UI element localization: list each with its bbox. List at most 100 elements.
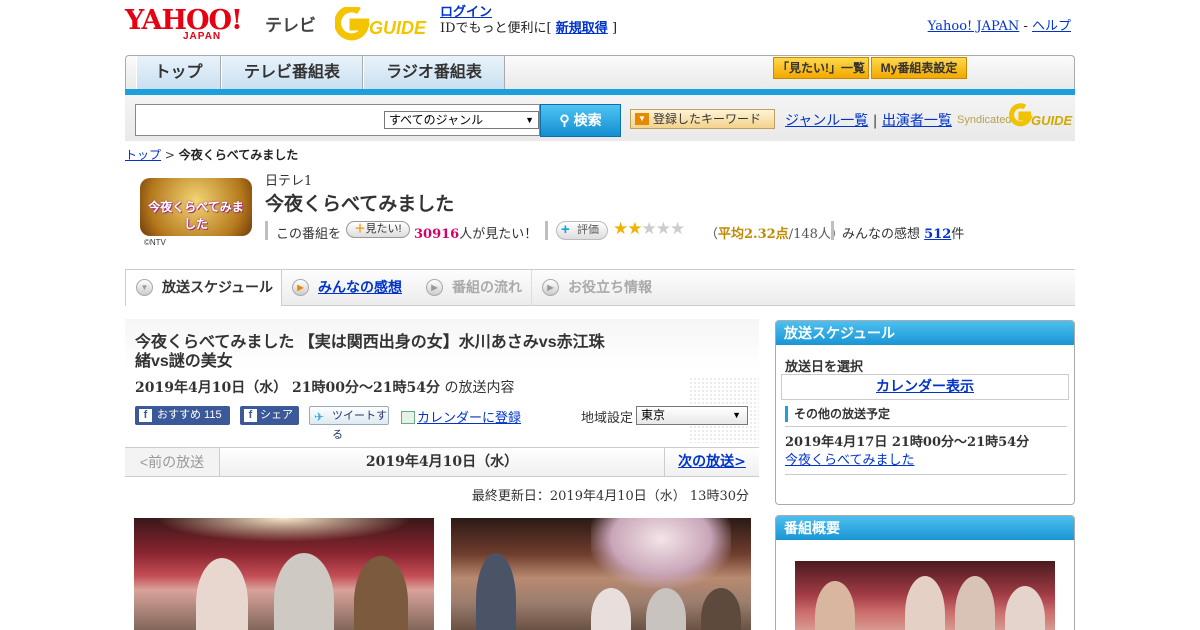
gguide-logo-text: GUIDE: [369, 18, 427, 38]
search-button[interactable]: ⚲ 検索: [540, 104, 621, 137]
sidebar-overview-box: 番組概要: [775, 515, 1075, 630]
stat-divider: [545, 221, 548, 240]
program-logo: 今夜くらべてみました: [140, 178, 252, 236]
tweet-button[interactable]: ✈ ツイートする: [309, 406, 389, 441]
tab-broadcast-schedule-label: 放送スケジュール: [162, 279, 274, 295]
facebook-share-button[interactable]: f シェア: [240, 406, 299, 425]
calendar-display-button[interactable]: カレンダー表示: [781, 374, 1069, 400]
gguide-logo[interactable]: GUIDE: [334, 5, 430, 41]
calendar-display-link[interactable]: カレンダー表示: [876, 379, 974, 395]
play-circle-icon: ▶: [426, 279, 443, 296]
calendar-register-link[interactable]: カレンダーに登録: [417, 411, 521, 426]
kanso-label: みんなの感想: [842, 227, 921, 242]
photo-person: [1005, 586, 1045, 630]
registered-keywords-button[interactable]: ▼ 登録したキーワード: [630, 109, 775, 129]
mitai-suffix: 人が見たい！: [459, 227, 538, 242]
program-logo-text: 今夜くらべてみました: [148, 200, 244, 231]
performer-list-link[interactable]: 出演者一覧: [882, 113, 952, 129]
stat-divider: [265, 221, 268, 240]
facebook-recommend-button[interactable]: f おすすめ 115: [135, 406, 230, 425]
star-empty-icon: ★: [670, 219, 685, 239]
episode-header: 今夜くらべてみました 【実は関西出身の女】水川あさみvs赤江珠緒vs謎の美女 2…: [125, 319, 759, 447]
photo-person: [955, 576, 995, 630]
help-link[interactable]: ヘルプ: [1032, 19, 1071, 34]
nav-tab-radio-listings[interactable]: ラジオ番組表: [363, 56, 505, 90]
photo-person: [591, 588, 631, 630]
episode-datetime: 2019年4月10日（水） 21時00分～21時54分 の放送内容: [135, 377, 514, 397]
share-row: f おすすめ 115 f シェア ✈ ツイートする カレンダーに登録 地域設定 …: [135, 406, 755, 441]
login-prompt: IDでもっと便利に[: [440, 21, 552, 36]
detail-tabs: ▼ 放送スケジュール ▶ みんなの感想 ▶ 番組の流れ ▶ お役立ち情報: [125, 269, 1075, 306]
sidebar-overview-title: 番組概要: [776, 516, 1074, 540]
genre-select[interactable]: すべてのジャンル ▼: [384, 111, 539, 129]
star-filled-icon: ★: [627, 219, 642, 239]
episode-nav-date: 2019年4月10日（水）: [365, 454, 519, 470]
channel-name: 日テレ1: [265, 174, 313, 189]
prev-broadcast-button: <前の放送: [125, 448, 220, 476]
episode-nav: <前の放送 2019年4月10日（水） 次の放送>: [125, 447, 759, 477]
next-broadcast-button[interactable]: 次の放送>: [664, 448, 759, 476]
search-area: すべてのジャンル ▼ ⚲ 検索 ▼ 登録したキーワード ジャンル一覧 | 出演者…: [125, 95, 1075, 141]
nav-tab-tv-listings[interactable]: テレビ番組表: [221, 56, 363, 90]
calendar-register: カレンダーに登録: [401, 407, 521, 426]
triangle-down-icon: ▼: [635, 113, 649, 125]
search-links-divider: |: [872, 113, 878, 129]
photo-person: [354, 556, 408, 630]
mitai-list-button[interactable]: 「見たい!」一覧: [773, 57, 869, 79]
rating-button[interactable]: + 評価: [556, 221, 608, 240]
stat-divider: [831, 221, 834, 240]
twitter-icon: ✈: [314, 410, 325, 424]
play-circle-icon: ▶: [292, 279, 309, 296]
kanso-unit: 件: [951, 227, 965, 242]
facebook-icon: f: [244, 409, 257, 422]
photo-chandelier: [591, 518, 731, 588]
syndicated-label: Syndicated: [957, 114, 1012, 126]
my-schedule-settings-button[interactable]: My番組表設定: [871, 57, 967, 79]
search-icon: ⚲: [559, 112, 570, 128]
breadcrumb-top-link[interactable]: トップ: [125, 148, 161, 162]
divider: [785, 474, 1067, 475]
top-links-separator: -: [1023, 19, 1028, 34]
tab-broadcast-schedule[interactable]: ▼ 放送スケジュール: [125, 269, 282, 306]
mitai-prefix: この番組を: [276, 227, 342, 242]
search-button-label: 検索: [573, 112, 602, 128]
star-empty-icon: ★: [655, 219, 671, 239]
login-prompt-end: ]: [611, 21, 618, 36]
tv-logo-text: テレビ: [265, 16, 316, 35]
region-select[interactable]: 東京 ▼: [636, 406, 748, 425]
program-stats: この番組を ＋見たい! 30916人が見たい！ + 評価 ★★★★★ （平均2.3…: [265, 219, 1065, 242]
mitai-button-label: 見たい!: [365, 223, 402, 235]
rating-average-value: 平均2.32点: [718, 227, 789, 242]
genre-list-link[interactable]: ジャンル一覧: [785, 113, 868, 129]
episode-datetime-value: 2019年4月10日（水） 21時00分～21時54分: [135, 380, 440, 396]
program-title: 今夜くらべてみました: [265, 194, 455, 215]
chevron-down-circle-icon: ▼: [136, 279, 153, 296]
genre-select-value: すべてのジャンル: [389, 113, 484, 127]
breadcrumb-current: 今夜くらべてみました: [178, 148, 299, 162]
mitai-button[interactable]: ＋見たい!: [346, 221, 410, 238]
tab-everyone-reviews-label[interactable]: みんなの感想: [318, 279, 402, 295]
signup-link[interactable]: 新規取得: [556, 21, 608, 36]
nav-tab-top[interactable]: トップ: [136, 56, 221, 90]
photo-person: [905, 576, 945, 630]
sidebar-schedule-title: 放送スケジュール: [776, 321, 1074, 345]
tab-program-flow-label: 番組の流れ: [452, 279, 522, 295]
mitai-count: 30916: [414, 227, 460, 242]
facebook-icon: f: [139, 409, 152, 422]
other-broadcast-link[interactable]: 今夜くらべてみました: [785, 449, 914, 468]
photo-person: [274, 553, 334, 630]
gguide-small-logo-text: GUIDE: [1031, 113, 1073, 128]
chevron-down-icon: ▼: [525, 115, 534, 125]
other-broadcast-date: 2019年4月17日 21時00分～21時54分: [785, 435, 1030, 450]
yahoo-japan-link[interactable]: Yahoo! JAPAN: [928, 19, 1020, 34]
top-links: Yahoo! JAPAN - ヘルプ: [928, 15, 1071, 34]
rating-average: （平均2.32点/148人）: [705, 223, 844, 242]
yahoo-japan-logo-text: JAPAN: [183, 31, 222, 42]
photo-person: [476, 553, 516, 630]
next-broadcast-link[interactable]: 次の放送>: [678, 454, 746, 470]
gguide-small-logo: GUIDE: [1009, 103, 1073, 128]
kanso-count-link[interactable]: 512: [924, 227, 951, 242]
plus-icon: ＋: [354, 223, 366, 235]
login-link[interactable]: ログイン: [440, 5, 492, 20]
other-broadcasts-label: その他の放送予定: [785, 406, 890, 422]
